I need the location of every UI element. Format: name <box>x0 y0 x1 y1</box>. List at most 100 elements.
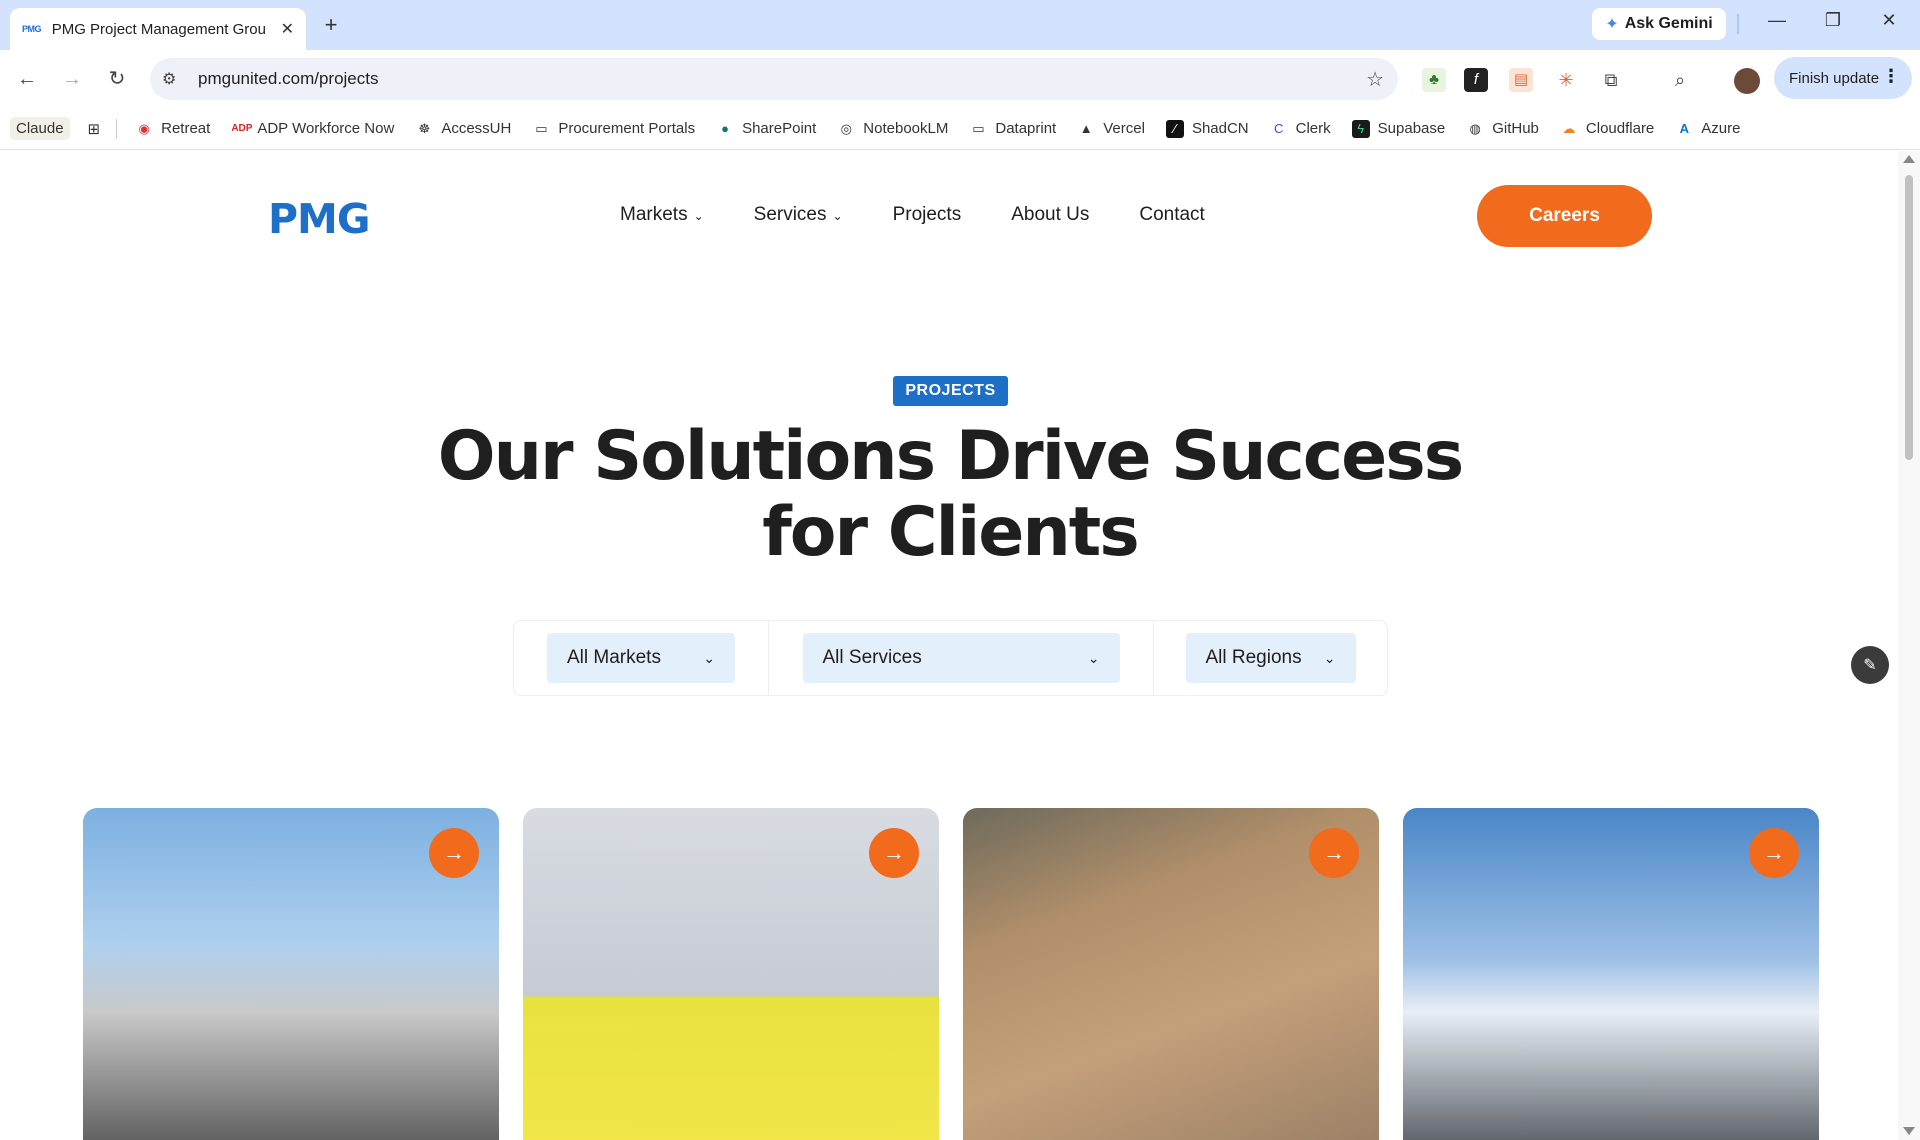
project-card[interactable]: → <box>83 808 499 1140</box>
github-icon: ◍ <box>1469 120 1481 136</box>
browser-toolbar: ← → ↻ ⚙ pmgunited.com/projects ☆ ♣ f ▤ ✳… <box>0 50 1920 108</box>
tabbar-divider <box>1737 14 1739 34</box>
ask-gemini-label: Ask Gemini <box>1624 15 1713 32</box>
scroll-down-icon[interactable] <box>1903 1127 1915 1135</box>
finish-update-button[interactable]: Finish update ⋮ <box>1774 57 1912 99</box>
web-page: PMG Markets ⌄ Services ⌄ Projects About … <box>0 151 1898 1140</box>
regions-select[interactable]: All Regions ⌄ <box>1185 633 1356 683</box>
bookmark-azure[interactable]: A Azure <box>1675 120 1741 138</box>
filter-cell-markets: All Markets ⌄ <box>514 620 769 696</box>
claude-extension-icon[interactable]: ✳ <box>1554 68 1578 92</box>
bookmark-procurement-portals[interactable]: ▭ Procurement Portals <box>532 120 695 138</box>
finish-update-label: Finish update <box>1789 69 1880 87</box>
nav-projects[interactable]: Projects <box>893 204 962 226</box>
bookmark-github[interactable]: ◍ GitHub <box>1466 120 1539 138</box>
apps-grid-icon[interactable]: ⊞ <box>88 120 101 138</box>
tab-close-icon[interactable]: ✕ <box>281 19 294 39</box>
bookmark-notebooklm[interactable]: ◎ NotebookLM <box>837 120 949 138</box>
gemini-spark-icon: ✦ <box>1605 16 1619 33</box>
arrow-right-icon[interactable]: → <box>1749 828 1799 878</box>
sharepoint-icon: ● <box>721 120 729 136</box>
tab-title: PMG Project Management Grou <box>51 20 266 38</box>
nav-services[interactable]: Services ⌄ <box>754 204 843 226</box>
bookmark-shadcn[interactable]: ⁄ ShadCN <box>1165 119 1249 138</box>
menu-dots-icon: ⋮ <box>1882 66 1900 86</box>
bookmarks-bar: Claude ⊞ ◉ Retreat ADP ADP Workforce Now ☸… <box>0 108 1920 150</box>
chevron-down-icon: ⌄ <box>703 649 715 666</box>
minimize-icon[interactable]: — <box>1762 10 1792 31</box>
page-headline: Our Solutions Drive Success for Clients <box>380 419 1520 571</box>
supabase-icon: ϟ <box>1351 119 1370 138</box>
projects-badge: PROJECTS <box>893 376 1008 406</box>
adp-icon: ADP <box>231 122 253 134</box>
bookmark-sharepoint[interactable]: ● SharePoint <box>716 120 816 138</box>
main-nav: Markets ⌄ Services ⌄ Projects About Us C… <box>620 204 1255 226</box>
project-cards: → → → → <box>83 808 1819 1140</box>
cloudflare-icon: ☁ <box>1562 120 1576 136</box>
browser-tab-bar: PMG PMG Project Management Grou ✕ + ✦ As… <box>0 0 1920 50</box>
chevron-down-icon: ⌄ <box>693 209 704 223</box>
folder-icon: ▭ <box>535 120 548 136</box>
arrow-right-icon[interactable]: → <box>429 828 479 878</box>
browser-tab-active[interactable]: PMG PMG Project Management Grou ✕ <box>10 8 306 50</box>
filter-cell-services: All Services ⌄ <box>769 620 1154 696</box>
services-select[interactable]: All Services ⌄ <box>802 633 1120 683</box>
bookmark-adp[interactable]: ADP ADP Workforce Now <box>231 120 394 138</box>
url-text[interactable]: pmgunited.com/projects <box>198 69 378 89</box>
restore-icon[interactable]: ❐ <box>1818 10 1848 31</box>
nav-about-us[interactable]: About Us <box>1011 204 1089 226</box>
bookmark-claude[interactable]: Claude <box>10 117 70 140</box>
chevron-down-icon: ⌄ <box>1087 649 1100 666</box>
bookmark-cloudflare[interactable]: ☁ Cloudflare <box>1560 120 1654 138</box>
project-filters: All Markets ⌄ All Services ⌄ All Regions… <box>513 620 1388 696</box>
ask-gemini-button[interactable]: ✦ Ask Gemini <box>1592 8 1726 40</box>
extension-orange-icon[interactable]: ▤ <box>1509 68 1533 92</box>
forward-arrow-icon[interactable]: → <box>57 64 87 94</box>
headline-line-2: for Clients <box>762 493 1140 572</box>
bookmark-retreat[interactable]: ◉ Retreat <box>135 120 210 138</box>
new-tab-button[interactable]: + <box>318 12 344 38</box>
accessuh-icon: ☸ <box>418 120 431 136</box>
clerk-icon: C <box>1273 120 1284 136</box>
scrollbar-thumb[interactable] <box>1905 175 1913 460</box>
project-card[interactable]: → <box>523 808 939 1140</box>
back-arrow-icon[interactable]: ← <box>12 64 42 94</box>
project-card[interactable]: → <box>963 808 1379 1140</box>
reload-icon[interactable]: ↻ <box>102 64 132 94</box>
extensions-puzzle-icon[interactable]: ⧉ <box>1599 68 1623 92</box>
bookmark-vercel[interactable]: ▲ Vercel <box>1077 120 1145 138</box>
pmg-logo[interactable]: PMG <box>268 195 371 243</box>
profile-avatar[interactable] <box>1734 68 1760 94</box>
bookmark-clerk[interactable]: C Clerk <box>1270 120 1331 138</box>
nav-contact[interactable]: Contact <box>1139 204 1204 226</box>
bookmark-supabase[interactable]: ϟ Supabase <box>1351 119 1445 138</box>
bookmark-accessuh[interactable]: ☸ AccessUH <box>415 120 512 138</box>
markets-select[interactable]: All Markets ⌄ <box>547 633 735 683</box>
nav-markets[interactable]: Markets ⌄ <box>620 204 704 226</box>
page-scrollbar[interactable] <box>1898 151 1920 1140</box>
headline-line-1: Our Solutions Drive Success <box>437 417 1464 496</box>
project-card[interactable]: → <box>1403 808 1819 1140</box>
arrow-right-icon[interactable]: → <box>1309 828 1359 878</box>
extension-green-icon[interactable]: ♣ <box>1422 68 1446 92</box>
arrow-right-icon[interactable]: → <box>869 828 919 878</box>
notebooklm-icon: ◎ <box>840 120 852 136</box>
bookmark-star-icon[interactable]: ☆ <box>1366 67 1384 92</box>
careers-button[interactable]: Careers <box>1477 185 1652 247</box>
pencil-icon[interactable]: ✎ <box>1851 646 1889 684</box>
chevron-down-icon: ⌄ <box>1323 649 1336 666</box>
bookmarks-divider <box>116 118 118 139</box>
bookmark-dataprint[interactable]: ▭ Dataprint <box>969 120 1056 138</box>
azure-icon: A <box>1679 120 1689 136</box>
filter-cell-regions: All Regions ⌄ <box>1154 620 1387 696</box>
close-window-icon[interactable]: ✕ <box>1874 10 1904 31</box>
tab-search-icon[interactable]: ⌕ <box>1668 68 1692 92</box>
vercel-icon: ▲ <box>1079 120 1093 136</box>
site-info-icon[interactable]: ⚙ <box>162 69 188 89</box>
retreat-icon: ◉ <box>138 120 150 136</box>
scroll-up-icon[interactable] <box>1903 155 1915 163</box>
extension-font-icon[interactable]: f <box>1464 68 1488 92</box>
tab-favicon-icon: PMG <box>22 24 42 34</box>
address-bar[interactable]: ⚙ pmgunited.com/projects ☆ <box>150 58 1398 100</box>
folder-icon: ▭ <box>972 120 985 136</box>
